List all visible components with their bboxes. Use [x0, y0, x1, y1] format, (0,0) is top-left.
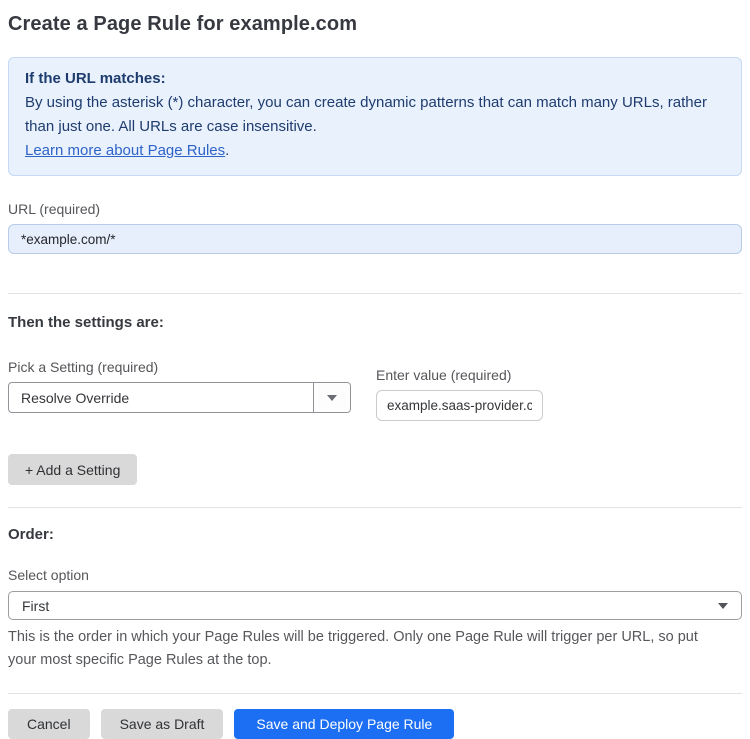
chevron-down-icon [327, 394, 337, 401]
divider [8, 293, 742, 294]
order-help-text: This is the order in which your Page Rul… [8, 629, 698, 668]
setting-select-value: Resolve Override [21, 389, 130, 406]
order-select[interactable]: First [8, 591, 742, 620]
page-title: Create a Page Rule for example.com [8, 13, 358, 35]
footer-actions: Cancel Save as Draft Save and Deploy Pag… [8, 709, 742, 739]
setting-select[interactable]: Resolve Override [8, 382, 351, 413]
info-box-heading: If the URL matches: [25, 70, 166, 87]
url-field-label: URL (required) [8, 201, 101, 217]
info-box-link-line: Learn more about Page Rules. [25, 139, 725, 163]
url-match-info-box: If the URL matches: By using the asteris… [8, 57, 742, 176]
url-input[interactable] [8, 224, 742, 254]
order-select-value: First [22, 597, 50, 614]
save-as-draft-button[interactable]: Save as Draft [100, 709, 224, 739]
chevron-down-icon [718, 602, 728, 609]
save-and-deploy-button[interactable]: Save and Deploy Page Rule [234, 709, 455, 739]
setting-value-input[interactable] [376, 390, 543, 421]
cancel-button[interactable]: Cancel [8, 709, 90, 739]
setting-value-label: Enter value (required) [376, 367, 512, 383]
add-setting-button[interactable]: + Add a Setting [8, 454, 138, 485]
setting-select-label: Pick a Setting (required) [8, 359, 159, 375]
order-select-label: Select option [8, 567, 89, 583]
setting-select-arrow-button[interactable] [313, 383, 350, 412]
link-suffix: . [225, 142, 230, 159]
divider [8, 507, 742, 508]
page-rule-form: Create a Page Rule for example.com If th… [0, 13, 750, 739]
order-section-heading: Order: [8, 526, 54, 543]
info-box-body: By using the asterisk (*) character, you… [25, 94, 707, 135]
setting-select-column: Pick a Setting (required) Resolve Overri… [8, 359, 351, 413]
divider [8, 693, 742, 694]
settings-section-heading: Then the settings are: [8, 314, 164, 331]
setting-value-column: Enter value (required) [376, 367, 543, 421]
learn-more-link[interactable]: Learn more about Page Rules [25, 142, 225, 159]
setting-row: Pick a Setting (required) Resolve Overri… [8, 331, 742, 421]
